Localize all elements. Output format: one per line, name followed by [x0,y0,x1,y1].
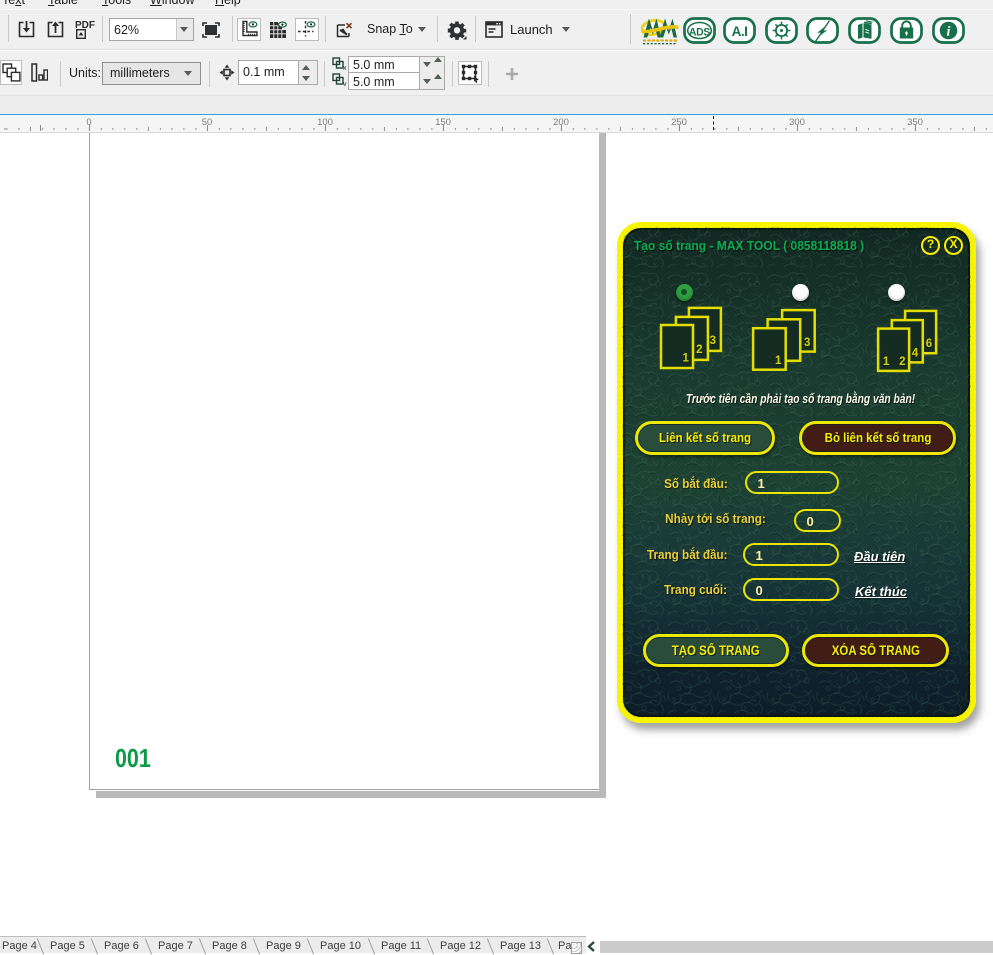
svg-text:i: i [946,25,950,40]
svg-text:6: 6 [926,338,932,350]
svg-text:2: 2 [899,356,905,368]
svg-text:x: x [343,65,347,70]
svg-text:4: 4 [912,347,919,359]
svg-text:2: 2 [696,344,702,356]
svg-text:1: 1 [775,355,782,367]
svg-text:ADS: ADS [689,26,710,38]
svg-text:3: 3 [710,335,716,347]
svg-text:A.I: A.I [731,24,747,39]
svg-text:3: 3 [804,337,810,349]
svg-text:y: y [343,81,347,86]
svg-text:1: 1 [682,352,689,364]
svg-text:1: 1 [883,356,890,368]
